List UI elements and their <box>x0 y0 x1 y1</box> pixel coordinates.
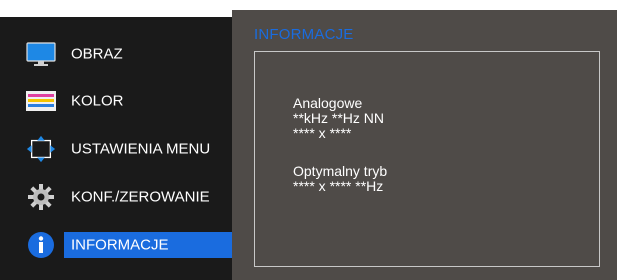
menu-item-label: KOLOR <box>71 92 124 110</box>
menu-item-kolor[interactable]: KOLOR <box>0 84 232 118</box>
info-icon <box>26 230 56 260</box>
optimal-mode-value: **** x **** **Hz <box>293 178 384 194</box>
optimal-mode-label: Optymalny tryb <box>293 163 388 179</box>
menu-item-label: USTAWIENIA MENU <box>71 140 211 158</box>
menu-item-label: OBRAZ <box>71 45 123 63</box>
resolution-text: **** x **** <box>293 125 352 141</box>
menu-item-obraz[interactable]: OBRAZ <box>0 37 232 71</box>
move-arrows-icon <box>26 134 56 164</box>
menu-item-label: INFORMACJE <box>71 236 169 254</box>
menu-item-konf-zerowanie[interactable]: KONF./ZEROWANIE <box>0 180 232 214</box>
gear-icon <box>26 182 56 212</box>
info-panel: Analogowe **kHz **Hz NN **** x **** Opty… <box>254 51 600 267</box>
monitor-icon <box>26 39 56 69</box>
page-title: INFORMACJE <box>254 26 354 43</box>
menu-item-informacje[interactable]: INFORMACJE <box>0 228 232 262</box>
signal-type-text: Analogowe <box>293 95 363 111</box>
menu-item-label: KONF./ZEROWANIE <box>71 188 210 206</box>
osd-menu-sidebar: OBRAZ KOLOR USTAWIENIA MENU KONF./ZEROWA… <box>0 17 232 280</box>
menu-item-ustawienia-menu[interactable]: USTAWIENIA MENU <box>0 132 232 166</box>
frequency-text: **kHz **Hz NN <box>293 110 385 126</box>
info-pane: INFORMACJE Analogowe **kHz **Hz NN **** … <box>232 10 617 280</box>
color-bars-icon <box>26 86 56 116</box>
